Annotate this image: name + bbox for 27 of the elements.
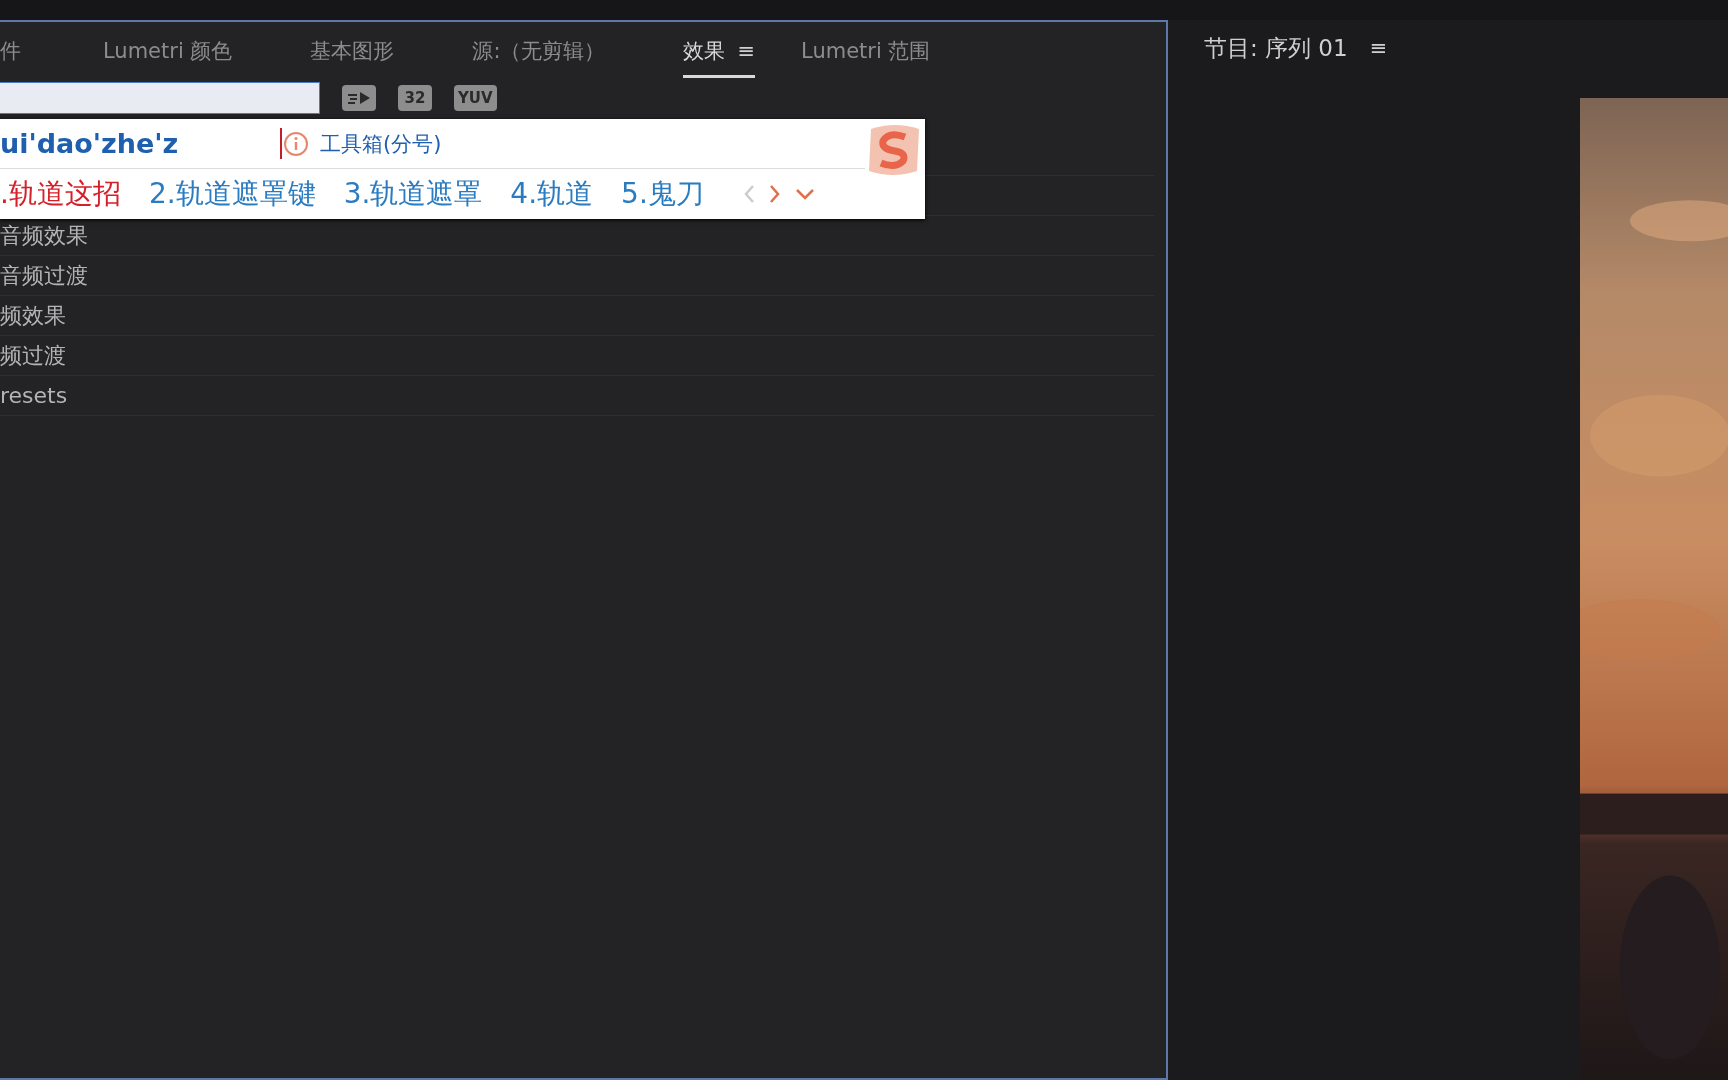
panel-tab[interactable]: 基本图形 xyxy=(310,37,395,78)
panel-tab[interactable]: 件 xyxy=(0,37,21,78)
panel-menu-icon[interactable]: ≡ xyxy=(737,39,756,63)
accelerated-effect-icon[interactable] xyxy=(342,85,376,111)
toolbox-hint[interactable]: 工具箱(分号) xyxy=(320,129,442,158)
effect-folder[interactable]: 频过渡 xyxy=(0,340,66,371)
panel-tab[interactable]: 效果 ≡ xyxy=(683,37,756,78)
candidate-word[interactable]: 2.轨道遮罩键 xyxy=(148,175,316,213)
effect-folder[interactable]: 音频效果 xyxy=(0,220,88,251)
candidate-word[interactable]: 3.轨道遮罩 xyxy=(343,175,483,213)
next-page-icon[interactable] xyxy=(767,183,782,205)
effect-folder[interactable]: 频效果 xyxy=(0,300,66,331)
search-field[interactable] xyxy=(0,82,320,114)
filter-badge[interactable]: 32 xyxy=(398,85,432,111)
panel-menu-icon[interactable]: ≡ xyxy=(1369,36,1388,60)
candidate-word[interactable]: 4.轨道 xyxy=(510,175,594,213)
panel-tab[interactable]: Lumetri 范围 xyxy=(801,37,931,78)
panel-tab[interactable]: 源:（无剪辑） xyxy=(472,37,606,78)
panel-tab[interactable]: Lumetri 颜色 xyxy=(103,37,233,78)
candidate-word[interactable]: .轨道这招 xyxy=(0,175,121,213)
effect-folder[interactable]: resets xyxy=(0,383,68,408)
info-icon xyxy=(282,129,310,158)
panel-title: 节目: 序列 01 xyxy=(1204,33,1348,63)
candidate-word[interactable]: 5.鬼刀 xyxy=(621,175,704,213)
effect-folder[interactable]: 音频过渡 xyxy=(0,260,88,291)
filter-badge[interactable]: YUV xyxy=(454,85,497,111)
composition-text: ui'dao'zhe'z xyxy=(0,128,282,159)
